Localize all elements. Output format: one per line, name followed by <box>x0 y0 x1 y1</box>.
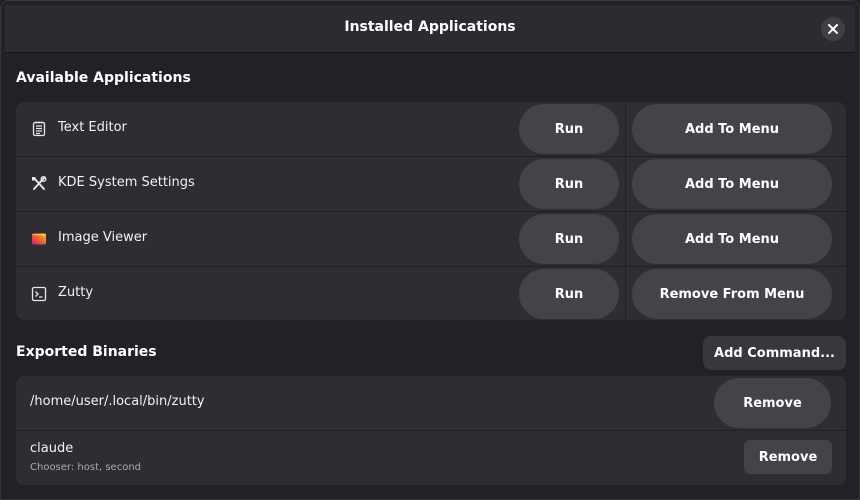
exported-binaries-heading: Exported Binaries <box>16 344 157 360</box>
run-button[interactable]: Run <box>519 104 619 154</box>
run-button[interactable]: Run <box>519 214 619 264</box>
run-button[interactable]: Run <box>519 159 619 209</box>
dialog-body: Available Applications Text Editor Run A… <box>5 53 855 499</box>
available-apps-list: Text Editor Run Add To Menu KDE System S… <box>16 102 846 320</box>
settings-tools-icon <box>30 175 48 193</box>
text-editor-icon <box>30 120 48 138</box>
list-item: KDE System Settings Run Add To Menu <box>16 157 846 212</box>
terminal-icon <box>30 285 48 303</box>
app-name: Image Viewer <box>58 230 148 245</box>
app-name: Text Editor <box>58 120 127 135</box>
close-button[interactable] <box>821 17 845 41</box>
remove-from-menu-button[interactable]: Remove From Menu <box>632 269 832 319</box>
list-item: Image Viewer Run Add To Menu <box>16 212 846 267</box>
list-item: Text Editor Run Add To Menu <box>16 102 846 157</box>
add-command-button[interactable]: Add Command... <box>703 336 846 370</box>
app-name: KDE System Settings <box>58 175 195 190</box>
exported-binaries-list: /home/user/.local/bin/zutty Remove claud… <box>16 376 846 485</box>
binary-subtitle: Chooser: host, second <box>30 462 142 473</box>
add-to-menu-button[interactable]: Add To Menu <box>632 214 832 264</box>
remove-button[interactable]: Remove <box>714 378 831 428</box>
run-button[interactable]: Run <box>519 269 619 319</box>
list-item: /home/user/.local/bin/zutty Remove <box>16 376 846 431</box>
divider <box>625 157 626 211</box>
binary-name: claude <box>30 441 74 456</box>
divider <box>625 212 626 266</box>
image-viewer-icon <box>30 230 48 248</box>
remove-button[interactable]: Remove <box>744 440 832 474</box>
list-item: claude Chooser: host, second Remove <box>16 431 846 485</box>
divider <box>625 267 626 320</box>
add-to-menu-button[interactable]: Add To Menu <box>632 159 832 209</box>
binary-path: /home/user/.local/bin/zutty <box>30 394 205 409</box>
window-title: Installed Applications <box>344 19 516 35</box>
list-item: Zutty Run Remove From Menu <box>16 267 846 320</box>
title-bar: Installed Applications <box>5 5 855 53</box>
dialog-window: Installed Applications Available Applica… <box>0 0 860 500</box>
available-apps-heading: Available Applications <box>16 70 191 86</box>
app-name: Zutty <box>58 285 94 300</box>
add-to-menu-button[interactable]: Add To Menu <box>632 104 832 154</box>
divider <box>625 102 626 156</box>
close-icon <box>828 24 838 34</box>
